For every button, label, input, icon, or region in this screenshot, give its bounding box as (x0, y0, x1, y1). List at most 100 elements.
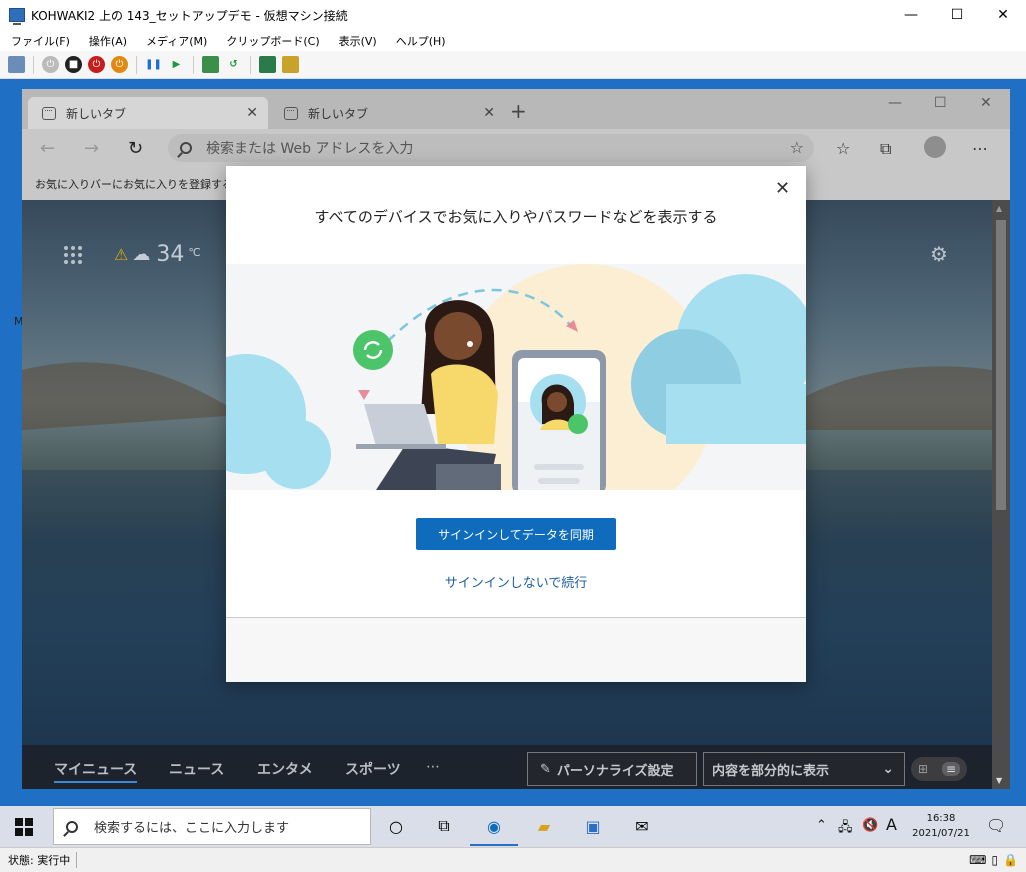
menu-clipboard[interactable]: クリップボード(C) (226, 33, 319, 49)
page-scrollbar[interactable]: ▲ ▼ (992, 200, 1010, 789)
forward-arrow-icon[interactable]: → (84, 138, 99, 159)
address-bar[interactable]: 検索または Web アドレスを入力 ☆ (168, 134, 814, 162)
mail-icon[interactable]: ✉ (628, 812, 656, 840)
menu-action[interactable]: 操作(A) (89, 33, 127, 49)
tab-close-icon[interactable]: ✕ (246, 105, 258, 121)
windows-start-icon[interactable] (15, 818, 33, 836)
content-display-select[interactable]: 内容を部分的に表示 ⌄ (703, 752, 905, 786)
list-layout-icon[interactable]: ≡ (941, 762, 961, 776)
ctrl-alt-del-icon[interactable] (8, 56, 25, 73)
layout-toggle[interactable]: ⊞ ≡ (911, 757, 967, 781)
clock-date: 2021/07/21 (912, 828, 970, 839)
dialog-footer (226, 618, 806, 682)
host-toolbar: ⏻ ■ ⏻ ⏻ ❚❚ ▶ ↺ (0, 51, 1026, 79)
more-options-icon[interactable]: ⋯ (972, 139, 988, 158)
menu-file[interactable]: ファイル(F) (11, 33, 70, 49)
scrollbar-thumb[interactable] (996, 220, 1006, 510)
close-icon[interactable]: ✕ (775, 178, 790, 199)
edge-close-button[interactable]: ✕ (980, 95, 992, 111)
tab-news[interactable]: ニュース (169, 759, 224, 779)
personalize-button[interactable]: ✎ パーソナライズ設定 (527, 752, 697, 786)
tab-entertainment[interactable]: エンタメ (257, 759, 313, 779)
tab-new-tab-1[interactable]: 新しいタブ ✕ (28, 97, 268, 129)
task-view-icon[interactable]: ⧉ (430, 812, 458, 840)
edge-tab-bar: 新しいタブ ✕ 新しいタブ ✕ + — ☐ ✕ (22, 89, 1010, 129)
edge-maximize-button[interactable]: ☐ (934, 95, 947, 111)
taskbar-search-box[interactable]: 検索するには、ここに入力します (53, 808, 371, 845)
tab-more[interactable]: ⋯ (426, 759, 440, 775)
collections-icon[interactable]: ⧉ (880, 139, 891, 159)
vm-connection-icon (9, 8, 25, 25)
tab-label: 新しいタブ (66, 106, 127, 121)
edge-minimize-button[interactable]: — (888, 95, 902, 111)
shutdown-icon[interactable]: ⏻ (88, 56, 105, 73)
share-icon[interactable] (282, 56, 299, 73)
resume-icon[interactable]: ▶ (168, 56, 185, 73)
scroll-down-icon[interactable]: ▼ (996, 776, 1002, 785)
edge-taskbar-icon[interactable]: ◉ (470, 812, 518, 846)
refresh-icon[interactable]: ↻ (128, 138, 143, 159)
new-tab-page-icon (42, 106, 56, 120)
host-minimize-button[interactable]: — (888, 0, 934, 30)
tab-close-icon[interactable]: ✕ (483, 105, 495, 121)
file-explorer-icon[interactable]: ▰ (530, 812, 558, 840)
taskbar-search-placeholder: 検索するには、ここに入力します (94, 821, 290, 836)
news-feed-bar: マイニュース ニュース エンタメ スポーツ ⋯ ✎ パーソナライズ設定 内容を部… (22, 745, 992, 789)
menu-help[interactable]: ヘルプ(H) (396, 33, 446, 49)
host-menu-bar: ファイル(F) 操作(A) メディア(M) クリップボード(C) 表示(V) ヘ… (0, 30, 1026, 51)
app-launcher-icon[interactable] (64, 245, 82, 264)
edge-toolbar: ← → ↻ 検索または Web アドレスを入力 ☆ ☆ ⧉ ⋯ (22, 129, 1010, 167)
save-state-icon[interactable]: ⏻ (111, 56, 128, 73)
scroll-up-icon[interactable]: ▲ (996, 204, 1002, 213)
signin-sync-button[interactable]: サインインしてデータを同期 (416, 518, 616, 550)
windows-taskbar: 検索するには、ここに入力します ○ ⧉ ◉ ▰ ▣ ✉ ⌃ 🖧 🔇 A 16:3… (0, 806, 1026, 847)
search-icon (180, 142, 192, 154)
search-icon (66, 820, 78, 833)
new-tab-button[interactable]: + (510, 99, 527, 123)
profile-avatar[interactable] (924, 136, 946, 158)
menu-media[interactable]: メディア(M) (146, 33, 207, 49)
start-vm-icon[interactable]: ⏻ (42, 56, 59, 73)
toolbar-divider (250, 55, 251, 74)
pencil-icon: ✎ (540, 761, 551, 777)
volume-muted-icon[interactable]: 🔇 (862, 818, 878, 833)
tab-my-news[interactable]: マイニュース (54, 759, 138, 783)
vm-status-text: 状態: 実行中 (8, 854, 71, 867)
checkpoint-icon[interactable] (202, 56, 219, 73)
show-hidden-icons-icon[interactable]: ⌃ (816, 818, 827, 833)
sync-illustration (226, 264, 806, 490)
tab-sports[interactable]: スポーツ (345, 759, 401, 779)
revert-icon[interactable]: ↺ (225, 56, 242, 73)
host-maximize-button[interactable]: ☐ (934, 0, 980, 30)
status-divider (76, 852, 78, 868)
weather-widget[interactable]: ⚠ ☁ 34 ℃ (64, 242, 201, 267)
grid-layout-icon[interactable]: ⊞ (918, 762, 928, 776)
continue-without-signin-link[interactable]: サインインしないで続行 (226, 572, 806, 591)
ime-indicator[interactable]: A (886, 815, 897, 834)
store-icon[interactable]: ▣ (579, 812, 607, 840)
host-status-bar: 状態: 実行中 ⌨ ▯ 🔒 (0, 847, 1026, 872)
favorite-star-icon[interactable]: ☆ (790, 138, 804, 157)
content-select-value: 内容を部分的に表示 (712, 763, 830, 779)
taskbar-clock[interactable]: 16:38 2021/07/21 (906, 811, 976, 841)
toolbar-divider (136, 55, 137, 74)
toolbar-divider (33, 55, 34, 74)
notification-icon[interactable]: 🗨 (986, 816, 1006, 835)
tab-new-tab-2[interactable]: 新しいタブ ✕ (270, 97, 505, 129)
cortana-icon[interactable]: ○ (382, 812, 410, 840)
cloud-icon: ☁ (132, 244, 151, 265)
favorites-icon[interactable]: ☆ (836, 139, 850, 158)
turn-off-icon[interactable]: ■ (65, 56, 82, 73)
network-icon[interactable]: 🖧 (838, 818, 853, 840)
dialog-title: すべてのデバイスでお気に入りやパスワードなどを表示する (314, 208, 718, 226)
enhanced-session-icon[interactable] (259, 56, 276, 73)
lock-icon: 🔒 (1003, 853, 1018, 867)
toolbar-divider (193, 55, 194, 74)
back-arrow-icon[interactable]: ← (40, 138, 55, 159)
pause-icon[interactable]: ❚❚ (145, 56, 162, 73)
menu-view[interactable]: 表示(V) (339, 33, 377, 49)
host-close-button[interactable]: ✕ (980, 0, 1026, 30)
host-window-title: KOHWAKI2 上の 143_セットアップデモ - 仮想マシン接続 (31, 8, 348, 23)
mouse-icon: ▯ (991, 853, 999, 867)
page-settings-gear-icon[interactable]: ⚙ (930, 242, 948, 266)
